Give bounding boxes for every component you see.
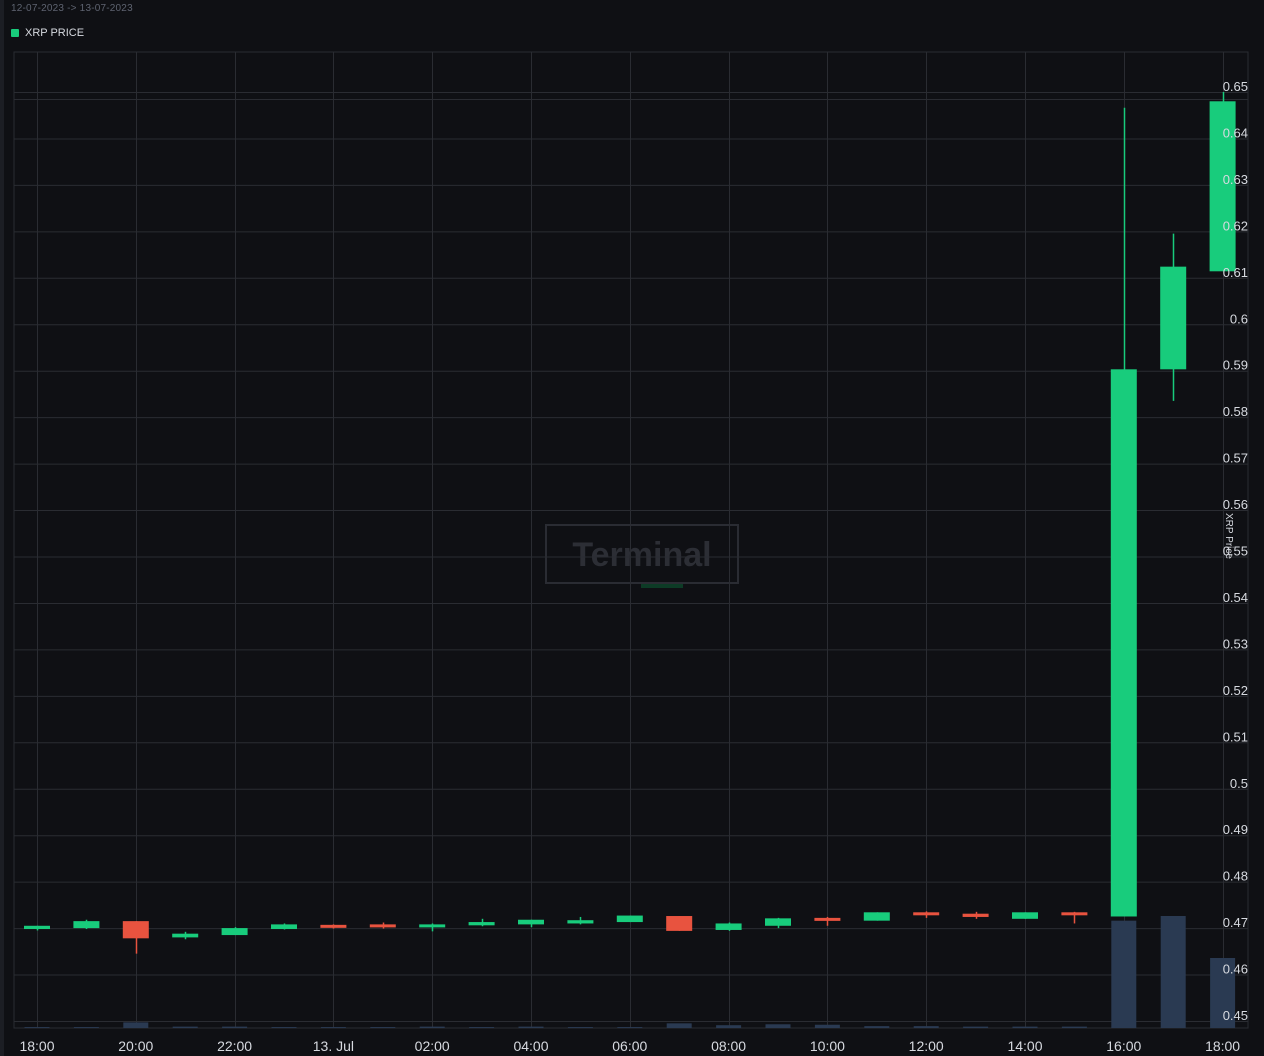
- candle-body: [122, 921, 149, 939]
- x-tick-label: 06:00: [612, 1038, 647, 1054]
- volume-bar: [419, 1026, 445, 1028]
- volume-bar: [469, 1027, 495, 1028]
- y-tick-label: 0.47: [1223, 915, 1248, 930]
- candle-body: [567, 920, 594, 924]
- x-tick-label: 12:00: [909, 1038, 944, 1054]
- chart-panel: 12-07-2023 -> 13-07-2023 XRP PRICE Termi…: [0, 0, 1264, 1056]
- y-tick-label: 0.48: [1223, 869, 1248, 884]
- y-axis-title: XRP Price: [1223, 513, 1234, 559]
- y-tick-label: 0.59: [1223, 358, 1248, 373]
- y-tick-label: 0.5: [1230, 776, 1248, 791]
- volume-bar: [172, 1026, 198, 1028]
- x-tick-label: 13. Jul: [313, 1038, 354, 1054]
- x-tick-label: 22:00: [217, 1038, 252, 1054]
- candle-body: [666, 916, 693, 931]
- candle-body: [962, 913, 989, 917]
- volume-bar: [1061, 1026, 1087, 1028]
- candle-body: [1061, 912, 1088, 916]
- x-tick-label: 10:00: [810, 1038, 845, 1054]
- volume-bar: [73, 1027, 99, 1028]
- volume-bar: [320, 1027, 346, 1028]
- volume-bar: [271, 1027, 297, 1028]
- y-tick-label: 0.46: [1223, 962, 1248, 977]
- y-tick-label: 0.49: [1223, 822, 1248, 837]
- y-tick-label: 0.51: [1223, 729, 1248, 744]
- y-tick-label: 0.57: [1223, 451, 1248, 466]
- volume-bar: [716, 1025, 742, 1028]
- candle-body: [1012, 912, 1038, 919]
- volume-bar: [1160, 916, 1186, 1028]
- candle-body: [172, 933, 199, 938]
- y-tick-label: 0.45: [1223, 1008, 1248, 1023]
- candle-body: [1160, 266, 1187, 370]
- volume-bar: [518, 1026, 544, 1028]
- y-tick-label: 0.63: [1223, 172, 1248, 187]
- y-tick-label: 0.62: [1223, 218, 1248, 233]
- x-tick-label: 16:00: [1106, 1038, 1141, 1054]
- x-tick-label: 20:00: [118, 1038, 153, 1054]
- volume-bar: [913, 1026, 939, 1028]
- y-tick-label: 0.65: [1223, 79, 1248, 94]
- volume-bar: [222, 1026, 248, 1028]
- candle-body: [419, 924, 446, 928]
- x-tick-label: 18:00: [19, 1038, 54, 1054]
- candle-body: [1110, 369, 1137, 917]
- y-tick-label: 0.64: [1223, 125, 1248, 140]
- candle-body: [468, 922, 495, 926]
- y-tick-label: 0.58: [1223, 404, 1248, 419]
- y-tick-label: 0.52: [1223, 683, 1248, 698]
- volume-bar: [666, 1023, 692, 1028]
- y-tick-label: 0.54: [1223, 590, 1248, 605]
- candle-body: [518, 919, 544, 925]
- x-tick-label: 02:00: [415, 1038, 450, 1054]
- candle-body: [73, 921, 100, 929]
- volume-bar: [765, 1024, 791, 1028]
- candle-body: [369, 924, 396, 928]
- candle-body: [913, 912, 940, 916]
- y-tick-label: 0.61: [1223, 265, 1248, 280]
- y-tick-label: 0.6: [1230, 311, 1248, 326]
- x-tick-label: 08:00: [711, 1038, 746, 1054]
- candle-body: [765, 918, 791, 926]
- volume-bar: [24, 1027, 50, 1028]
- candle-body: [715, 923, 742, 930]
- y-tick-label: 0.56: [1223, 497, 1248, 512]
- volume-bar: [814, 1024, 840, 1028]
- candle-body: [863, 912, 890, 921]
- candle-body: [221, 928, 248, 936]
- volume-bar: [370, 1027, 396, 1028]
- candle-body: [616, 915, 643, 923]
- y-tick-label: 0.53: [1223, 636, 1248, 651]
- volume-bar: [123, 1022, 149, 1028]
- x-tick-label: 04:00: [513, 1038, 548, 1054]
- candlestick-chart[interactable]: 0.45 0.46 0.47 0.48 0.49 0.5 0.51 0.52 0.53 0.54 0…: [0, 0, 1264, 1056]
- candle-body: [271, 924, 297, 930]
- volume-bar: [963, 1026, 989, 1028]
- candle-body: [320, 924, 347, 928]
- candle-body: [24, 925, 50, 930]
- x-tick-label: 18:00: [1205, 1038, 1240, 1054]
- volume-bar: [1012, 1026, 1038, 1028]
- x-tick-label: 14:00: [1007, 1038, 1042, 1054]
- volume-bar: [567, 1027, 593, 1028]
- volume-bar: [1111, 920, 1137, 1028]
- candle-body: [814, 917, 841, 921]
- volume-bar: [617, 1027, 643, 1028]
- volume-bar: [864, 1026, 890, 1028]
